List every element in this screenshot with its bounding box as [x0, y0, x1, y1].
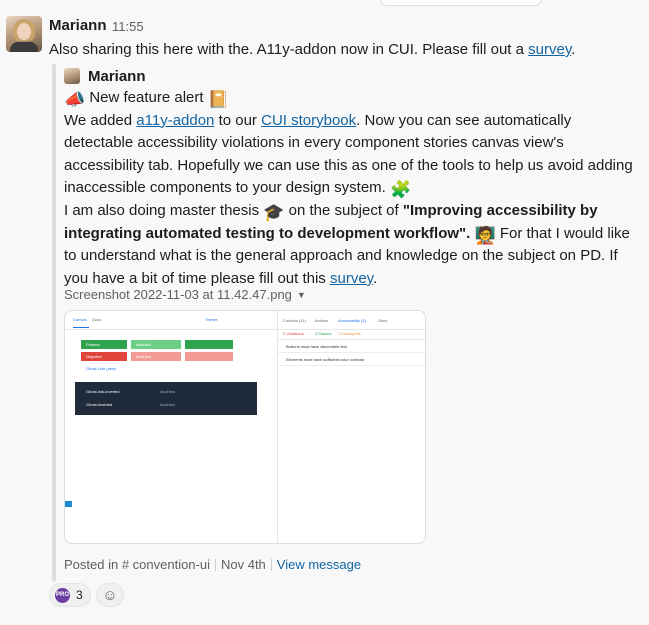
- graduation-cap-icon: 🎓: [263, 202, 285, 222]
- intro-text: Also sharing this here with the. A11y-ad…: [49, 41, 529, 58]
- a11y-addon-link[interactable]: a11y-addon: [136, 112, 214, 129]
- inverted-disabled-preview: disabled: [160, 389, 175, 394]
- filename-text[interactable]: Screenshot 2022-11-03 at 11.42.47.png: [64, 287, 292, 302]
- ghost-link-preview: Ghost Link (new): [86, 366, 117, 371]
- survey-link-2[interactable]: survey: [330, 270, 373, 287]
- channel-link[interactable]: Posted in # convention-ui: [64, 557, 210, 572]
- notebook-icon: 📔: [207, 90, 229, 109]
- ghost-link-inverted-preview: Ghost-link-inverted: [86, 389, 120, 394]
- theme-label: Theme: [205, 317, 218, 322]
- ghost-inverted-preview: Ghost-inverted: [86, 402, 113, 407]
- panel-tab-story: Story: [378, 318, 388, 323]
- p1-text-a: We added: [64, 111, 137, 129]
- active-tab-underline: [73, 327, 89, 328]
- panel-tab-controls: Controls (11): [283, 318, 306, 323]
- quoted-author[interactable]: Mariann: [88, 68, 146, 85]
- quoted-avatar[interactable]: [64, 68, 80, 84]
- reaction-count: 3: [76, 588, 83, 602]
- alert-text: New feature alert: [89, 89, 204, 106]
- resize-handle: [65, 501, 72, 507]
- violation-row: Buttons must have discernible text: [278, 340, 425, 353]
- megaphone-icon: 📣: [64, 90, 86, 109]
- inverted-preview-block: Ghost-link-inverted disabled Ghost-inver…: [75, 382, 257, 415]
- violation-text: Elements must have sufficient color cont…: [286, 357, 365, 362]
- view-message-link[interactable]: View message: [277, 557, 361, 572]
- alert-line: 📣 New feature alert 📔: [64, 87, 642, 110]
- quoted-body: 📣 New feature alert 📔 We added a11y-addo…: [64, 87, 642, 290]
- chevron-down-icon[interactable]: ▼: [297, 290, 306, 300]
- post-date[interactable]: Nov 4th: [221, 557, 266, 572]
- disabled-negative-preview: disabled: [131, 352, 181, 361]
- passes-tab: 0 Passes: [315, 331, 332, 336]
- violation-text: Buttons must have discernible text: [286, 344, 347, 349]
- add-emoji-icon: ☺: [102, 586, 118, 604]
- loading-negative-preview: [185, 352, 233, 361]
- quoted-author-row: Mariann: [64, 65, 146, 87]
- p2-end: .: [373, 269, 378, 287]
- intro-end: .: [571, 41, 576, 58]
- timestamp[interactable]: 11:55: [112, 19, 144, 34]
- posted-in-footer: Posted in # convention-ui Nov 4th View m…: [64, 557, 361, 572]
- author-name[interactable]: Mariann: [49, 17, 107, 34]
- p2-text-a: I am also doing master thesis: [64, 201, 264, 219]
- attachment-image[interactable]: Canvas Docs Theme Controls (11) Actions …: [64, 310, 426, 544]
- negative-button-preview: Negative: [81, 352, 127, 361]
- footer-divider: [270, 558, 272, 571]
- disabled-button-preview: disabled: [131, 340, 181, 349]
- p2-text-b: on the subject of: [284, 201, 403, 219]
- add-reaction-button[interactable]: ☺: [96, 583, 124, 607]
- cui-storybook-link[interactable]: CUI storybook: [261, 112, 356, 129]
- panel-tab-actions: Actions: [315, 318, 329, 323]
- avatar-shirt: [10, 42, 38, 52]
- reaction-pill[interactable]: PRO 3: [49, 583, 91, 607]
- paragraph-2: I am also doing master thesis 🎓 on the s…: [64, 200, 642, 290]
- quote-bar: [52, 64, 56, 582]
- p1-text-b: to our: [214, 111, 262, 129]
- message-text: Also sharing this here with the. A11y-ad…: [49, 39, 644, 61]
- teacher-icon: 🧑‍🏫: [474, 225, 496, 245]
- avatar-face: [17, 23, 31, 40]
- addon-panel-tabs: Controls (11) Actions Accessibility (3) …: [278, 311, 425, 330]
- footer-divider: [214, 558, 216, 571]
- survey-link[interactable]: survey: [528, 41, 571, 58]
- primary-button-preview: Primary: [81, 340, 127, 349]
- incomplete-tab: 1 Incomplete: [338, 331, 361, 336]
- attachment-filename[interactable]: Screenshot 2022-11-03 at 11.42.47.png ▼: [64, 287, 306, 302]
- panel-tab-accessibility: Accessibility (3): [338, 318, 366, 323]
- puzzle-icon: 🧩: [390, 180, 412, 200]
- violation-row: Elements must have sufficient color cont…: [278, 353, 425, 366]
- loading-button-preview: [185, 340, 233, 349]
- inverted-disabled-preview: disabled: [160, 402, 175, 407]
- paragraph-1: We added a11y-addon to our CUI storybook…: [64, 110, 642, 200]
- a11y-sub-tabs: 2 Violations 0 Passes 1 Incomplete: [278, 329, 425, 340]
- tab-canvas: Canvas: [73, 317, 87, 322]
- search-pill: [380, 0, 542, 6]
- tab-docs: Docs: [92, 317, 102, 322]
- violations-tab: 2 Violations: [283, 331, 304, 336]
- avatar[interactable]: [6, 16, 42, 52]
- pro-badge-icon: PRO: [55, 587, 70, 603]
